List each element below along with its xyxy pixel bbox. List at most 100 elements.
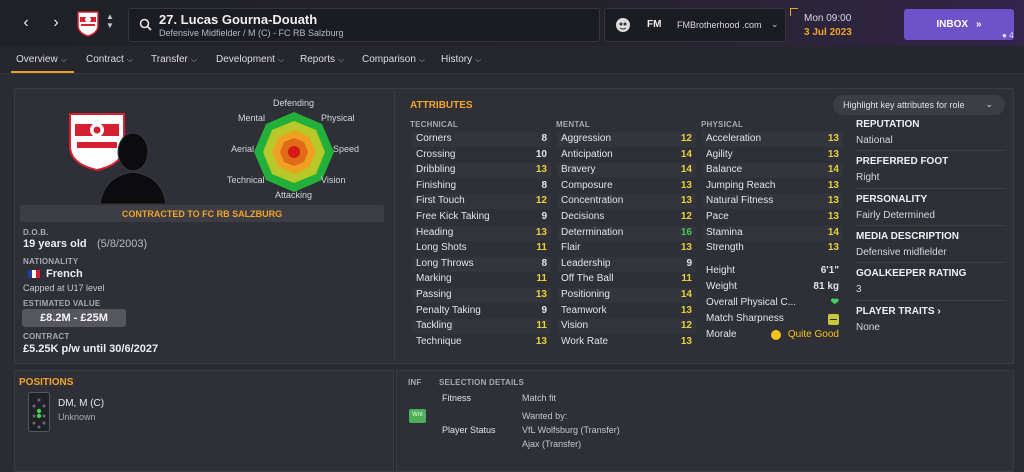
attribute-row[interactable]: Vision 12 [561, 319, 692, 334]
attribute-name: Balance [706, 164, 743, 176]
preferred-foot-block: PREFERRED FOOT Right [856, 156, 948, 183]
match-sharpness-label: Match Sharpness [706, 313, 784, 324]
radar-label-mental: Mental [238, 113, 266, 123]
contract-banner[interactable]: CONTRACTED TO FC RB SALZBURG [20, 205, 384, 222]
club-crest-icon[interactable] [76, 9, 100, 37]
selection-header: SELECTION DETAILS [439, 378, 525, 387]
inbox-button[interactable]: INBOX » [904, 9, 1014, 40]
attribute-row[interactable]: Penalty Taking 9 [416, 304, 547, 319]
attribute-row[interactable]: Concentration 13 [561, 194, 692, 209]
tab-transfer[interactable]: Transfer ⌵ [151, 54, 197, 65]
attribute-row[interactable]: Corners 8 [416, 132, 547, 147]
overall-physical-row[interactable]: Overall Physical C... ❤ [706, 296, 839, 311]
date-box[interactable]: Mon 09:00 3 Jul 2023 [790, 8, 896, 42]
role-value: Unknown [58, 412, 96, 422]
overall-physical-label: Overall Physical C... [706, 297, 797, 308]
attribute-name: Long Throws [416, 257, 474, 269]
double-chevron-right-icon: » [976, 19, 982, 30]
attribute-row[interactable]: Determination 16 [561, 226, 692, 241]
nationality-label: NATIONALITY [23, 257, 79, 266]
attribute-row[interactable]: Anticipation 14 [561, 148, 692, 163]
inf-header: INF [408, 378, 422, 387]
attribute-row[interactable]: Pace 13 [706, 210, 839, 225]
attribute-value: 13 [827, 148, 839, 160]
crest-switch-chevrons-icon[interactable]: ▲ ▼ [106, 12, 114, 30]
attribute-row[interactable]: Free Kick Taking 9 [416, 210, 547, 225]
attribute-name: Pace [706, 211, 729, 222]
attribute-row[interactable]: Decisions 12 [561, 210, 692, 225]
player-search-box[interactable]: 27. Lucas Gourna-Douath Defensive Midfie… [128, 8, 600, 42]
media-label: MEDIA DESCRIPTION [856, 231, 959, 242]
nationality-value[interactable]: French [46, 268, 83, 280]
attribute-row[interactable]: Long Throws 8 [416, 257, 547, 272]
tab-history[interactable]: History ⌵ [441, 54, 481, 65]
radar-label-speed: Speed [333, 144, 360, 154]
attribute-row[interactable]: Strength 13 [706, 241, 839, 256]
attribute-row[interactable]: Heading 13 [416, 226, 547, 241]
forward-arrow-icon[interactable]: › [46, 13, 66, 33]
tab-reports[interactable]: Reports ⌵ [300, 54, 344, 65]
attribute-row[interactable]: Natural Fitness 13 [706, 194, 839, 209]
player-traits-block[interactable]: PLAYER TRAITS › None [856, 306, 941, 333]
attribute-row[interactable]: Teamwork 13 [561, 304, 692, 319]
wanted-badge[interactable]: Wnt [409, 409, 426, 423]
height-row: Height 6'1" [706, 264, 839, 279]
weight-row: Weight 81 kg [706, 280, 839, 295]
back-arrow-icon[interactable]: ‹ [16, 13, 36, 33]
attribute-row[interactable]: Flair 13 [561, 241, 692, 256]
player-traits-value: None [856, 322, 880, 333]
attribute-value: 12 [680, 320, 692, 332]
attribute-row[interactable]: Long Shots 11 [416, 241, 547, 256]
tab-development[interactable]: Development ⌵ [216, 54, 284, 65]
attribute-row[interactable]: Composure 13 [561, 179, 692, 194]
attribute-name: Technique [416, 335, 462, 347]
attribute-row[interactable]: Tackling 11 [416, 319, 547, 334]
highlight-role-dropdown[interactable]: Highlight key attributes for role ⌄ [833, 95, 1005, 115]
attribute-row[interactable]: Finishing 8 [416, 179, 547, 194]
attribute-value: 16 [680, 226, 692, 238]
attribute-row[interactable]: Leadership 9 [561, 257, 692, 272]
physical-header: PHYSICAL [701, 120, 744, 129]
date-time: Mon 09:00 [804, 13, 852, 24]
attribute-row[interactable]: Stamina 14 [706, 226, 839, 241]
attribute-row[interactable]: Agility 13 [706, 148, 839, 163]
attribute-row[interactable]: Off The Ball 11 [561, 272, 692, 287]
attribute-row[interactable]: Crossing 10 [416, 148, 547, 163]
top-bar: ‹ › ▲ ▼ 27. Lucas Gourna-Douath Defensive… [0, 0, 1024, 46]
attribute-row[interactable]: Technique 13 [416, 335, 547, 350]
attribute-value: 13 [827, 179, 839, 191]
attribute-row[interactable]: Jumping Reach 13 [706, 179, 839, 194]
attribute-row[interactable]: Passing 13 [416, 288, 547, 303]
value-badge[interactable]: £8.2M - £25M [22, 309, 126, 327]
attribute-row[interactable]: Bravery 14 [561, 163, 692, 178]
attribute-row[interactable]: First Touch 12 [416, 194, 547, 209]
attribute-row[interactable]: Work Rate 13 [561, 335, 692, 350]
attribute-row[interactable]: Acceleration 13 [706, 132, 839, 147]
match-sharpness-row[interactable]: Match Sharpness [706, 312, 839, 327]
personality-block: PERSONALITY Fairly Determined [856, 194, 935, 221]
status-line-1: Wanted by: [522, 411, 568, 421]
attribute-name: Positioning [561, 289, 610, 300]
attribute-name: Jumping Reach [706, 179, 776, 191]
attribute-value: 13 [680, 304, 692, 316]
morale-row[interactable]: Morale Quite Good [706, 328, 839, 343]
attribute-row[interactable]: Aggression 12 [561, 132, 692, 147]
person-icon: ● [1002, 31, 1007, 40]
attribute-row[interactable]: Dribbling 13 [416, 163, 547, 178]
attribute-row[interactable]: Balance 14 [706, 163, 839, 178]
account-box[interactable]: FM FMBrotherhood .com ⌄ [604, 8, 786, 42]
tab-overview[interactable]: Overview ⌵ [16, 54, 67, 65]
tab-comparison[interactable]: Comparison ⌵ [362, 54, 425, 65]
attribute-row[interactable]: Positioning 14 [561, 288, 692, 303]
panel-divider [394, 92, 395, 358]
attribute-row[interactable]: Marking 11 [416, 272, 547, 287]
radar-label-defending: Defending [273, 98, 315, 108]
chevron-down-icon: ⌵ [60, 55, 67, 64]
status-line-3: Ajax (Transfer) [522, 439, 582, 449]
attribute-value: 14 [827, 226, 839, 238]
tab-contract[interactable]: Contract ⌵ [86, 54, 133, 65]
info-divider [856, 225, 1006, 226]
fitness-label: Fitness [442, 393, 472, 403]
chevron-down-icon[interactable]: ⌄ [771, 19, 779, 30]
attribute-name: Leadership [561, 257, 611, 269]
